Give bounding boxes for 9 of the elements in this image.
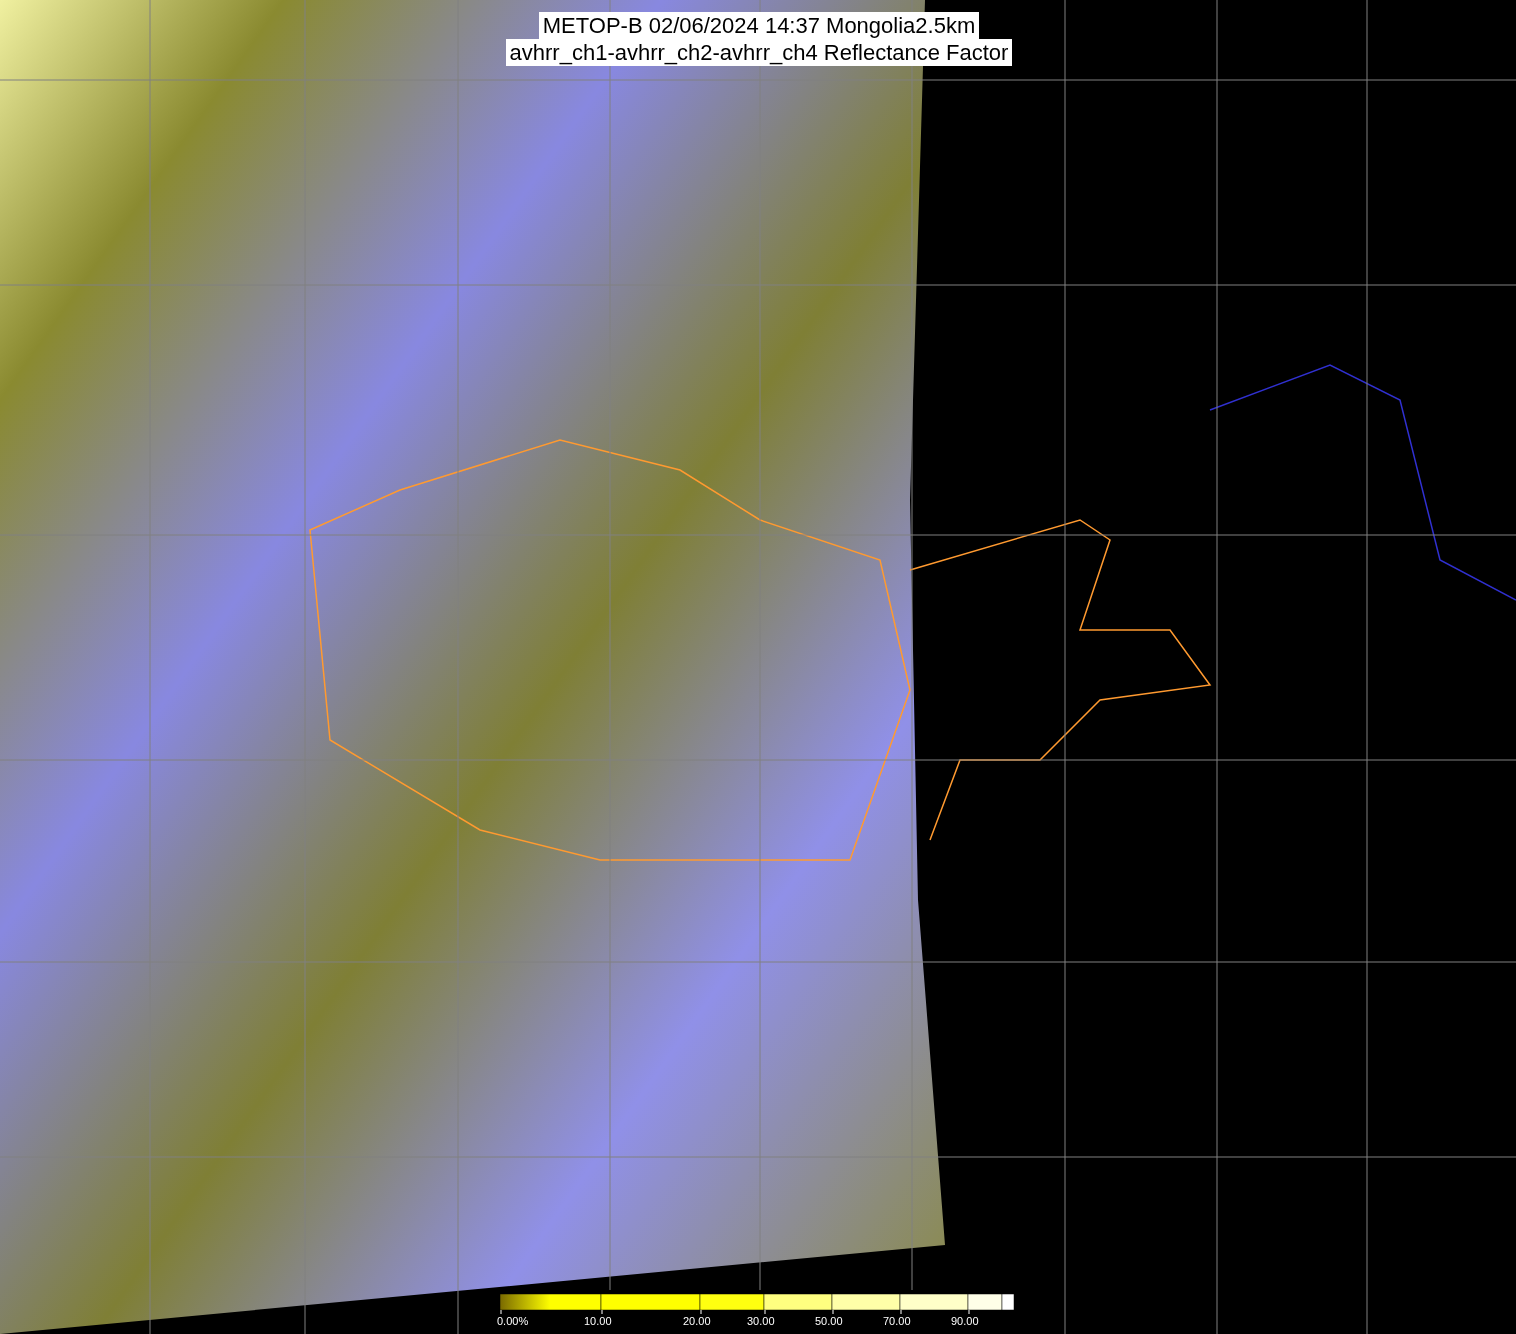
map-title: METOP-B 02/06/2024 14:37 Mongolia2.5km <box>538 12 980 39</box>
colorbar-tick-label: 30.00 <box>747 1314 775 1328</box>
colorbar-tick-label: 20.00 <box>683 1314 711 1328</box>
map-title: avhrr_ch1-avhrr_ch2-avhrr_ch4 Reflectance Factor <box>505 39 1013 66</box>
colorbar-tick-label: 50.00 <box>815 1314 843 1328</box>
colorbar-tick-label: 0.00% <box>497 1314 529 1328</box>
colorbar-tick-label: 10.00 <box>584 1314 612 1328</box>
colorbar-tick-label: 70.00 <box>883 1314 911 1328</box>
colorbar-tick-label: 90.00 <box>951 1314 979 1328</box>
